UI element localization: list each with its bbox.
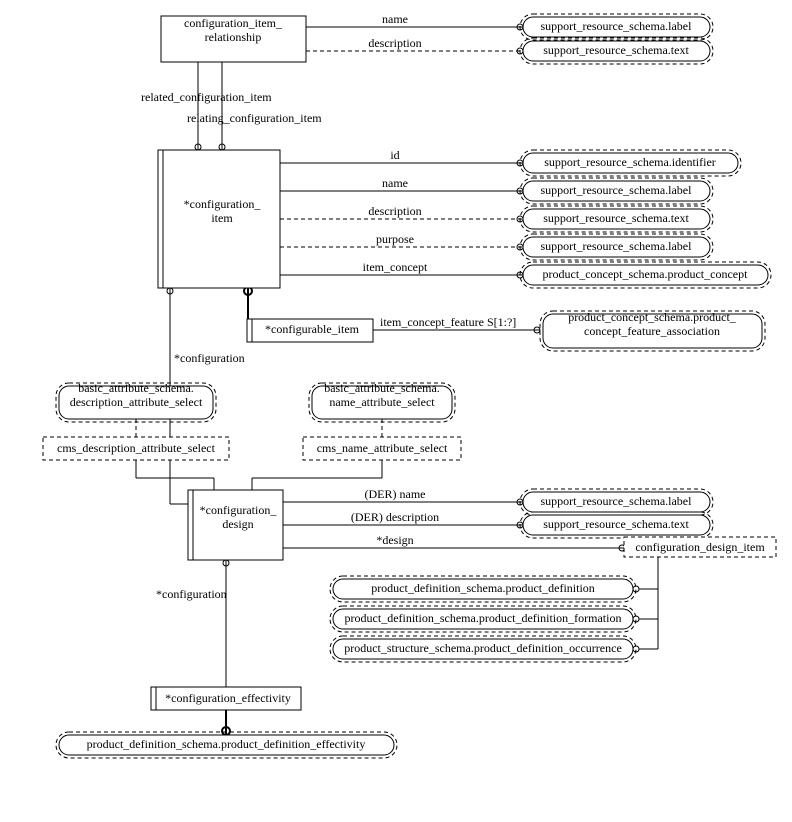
svg-text:support_resource_schema.label: support_resource_schema.label bbox=[541, 183, 693, 197]
svg-text:product_concept_schema.product: product_concept_schema.product_concept bbox=[543, 267, 749, 281]
attr-cfi-feature: item_concept_feature S[1:?] bbox=[380, 315, 516, 329]
svg-text:support_resource_schema.label: support_resource_schema.label bbox=[541, 494, 693, 508]
attr-ci-purpose: purpose bbox=[376, 232, 414, 246]
svg-text:support_resource_schema.text: support_resource_schema.text bbox=[543, 43, 689, 57]
entity-cfi-label: *configurable_item bbox=[265, 322, 360, 336]
attr-ce-configuration: *configuration bbox=[156, 587, 227, 601]
svg-text:support_resource_schema.text: support_resource_schema.text bbox=[543, 517, 689, 531]
attr-ci-item-concept: item_concept bbox=[363, 260, 428, 274]
svg-text:basic_attribute_schema.descrip: basic_attribute_schema.description_attri… bbox=[70, 381, 203, 409]
svg-text:product_definition_schema.prod: product_definition_schema.product_defini… bbox=[371, 581, 595, 595]
attr-cir-name: name bbox=[382, 12, 408, 26]
attr-cd-design: *design bbox=[376, 533, 413, 547]
svg-text:cms_description_attribute_sele: cms_description_attribute_select bbox=[57, 441, 216, 455]
svg-text:product_definition_schema.prod: product_definition_schema.product_defini… bbox=[345, 611, 622, 625]
attr-related-ci: related_configuration_item bbox=[141, 90, 272, 104]
ref-pds-product-definition-formation: product_definition_schema.product_defini… bbox=[330, 606, 636, 632]
ref-srs-label-2: support_resource_schema.label bbox=[520, 178, 713, 204]
svg-text:configuration_design_item: configuration_design_item bbox=[635, 540, 765, 554]
attr-relating-ci: relating_configuration_item bbox=[187, 111, 322, 125]
ref-pds-product-definition: product_definition_schema.product_defini… bbox=[330, 576, 636, 602]
svg-text:support_resource_schema.label: support_resource_schema.label bbox=[541, 239, 693, 253]
svg-text:product_concept_schema.product: product_concept_schema.product_concept_f… bbox=[568, 310, 737, 338]
ref-pss-product-definition-occurrence: product_structure_schema.product_definit… bbox=[330, 636, 636, 662]
svg-text:cms_name_attribute_select: cms_name_attribute_select bbox=[317, 441, 448, 455]
attr-cd-description: (DER) description bbox=[351, 510, 439, 524]
attr-cd-name: (DER) name bbox=[365, 487, 426, 501]
attr-cd-configuration: *configuration bbox=[174, 351, 245, 365]
attr-cir-description: description bbox=[368, 36, 421, 50]
entity-ce-label: *configuration_effectivity bbox=[165, 691, 291, 705]
svg-text:basic_attribute_schema.name_at: basic_attribute_schema.name_attribute_se… bbox=[324, 381, 440, 409]
attr-ci-desc: description bbox=[368, 204, 421, 218]
ref-pds-product-definition-effectivity: product_definition_schema.product_defini… bbox=[56, 732, 397, 758]
svg-text:support_resource_schema.text: support_resource_schema.text bbox=[543, 211, 689, 225]
svg-text:product_definition_schema.prod: product_definition_schema.product_defini… bbox=[87, 737, 366, 751]
type-bas-name-select: basic_attribute_schema.name_attribute_se… bbox=[309, 381, 455, 422]
svg-text:product_structure_schema.produ: product_structure_schema.product_definit… bbox=[344, 641, 622, 655]
ref-srs-label-3: support_resource_schema.label bbox=[520, 234, 713, 260]
type-bas-description-select: basic_attribute_schema.description_attri… bbox=[56, 381, 216, 422]
expressg-diagram: name description related_configuration_i… bbox=[0, 0, 792, 822]
ref-srs-text-1: support_resource_schema.text bbox=[520, 38, 713, 64]
ref-pcs-product-concept: product_concept_schema.product_concept bbox=[520, 262, 771, 288]
attr-ci-name: name bbox=[382, 176, 408, 190]
ref-srs-identifier: support_resource_schema.identifier bbox=[520, 150, 741, 176]
ref-srs-label-1: support_resource_schema.label bbox=[520, 14, 713, 40]
ref-srs-text-2: support_resource_schema.text bbox=[520, 206, 713, 232]
ref-pcs-feature-assoc: product_concept_schema.product_concept_f… bbox=[540, 310, 765, 351]
svg-text:support_resource_schema.label: support_resource_schema.label bbox=[541, 19, 693, 33]
svg-text:support_resource_schema.identi: support_resource_schema.identifier bbox=[544, 155, 716, 169]
ref-srs-label-4: support_resource_schema.label bbox=[520, 489, 713, 515]
ref-srs-text-3: support_resource_schema.text bbox=[520, 512, 713, 538]
attr-ci-id: id bbox=[390, 148, 399, 162]
